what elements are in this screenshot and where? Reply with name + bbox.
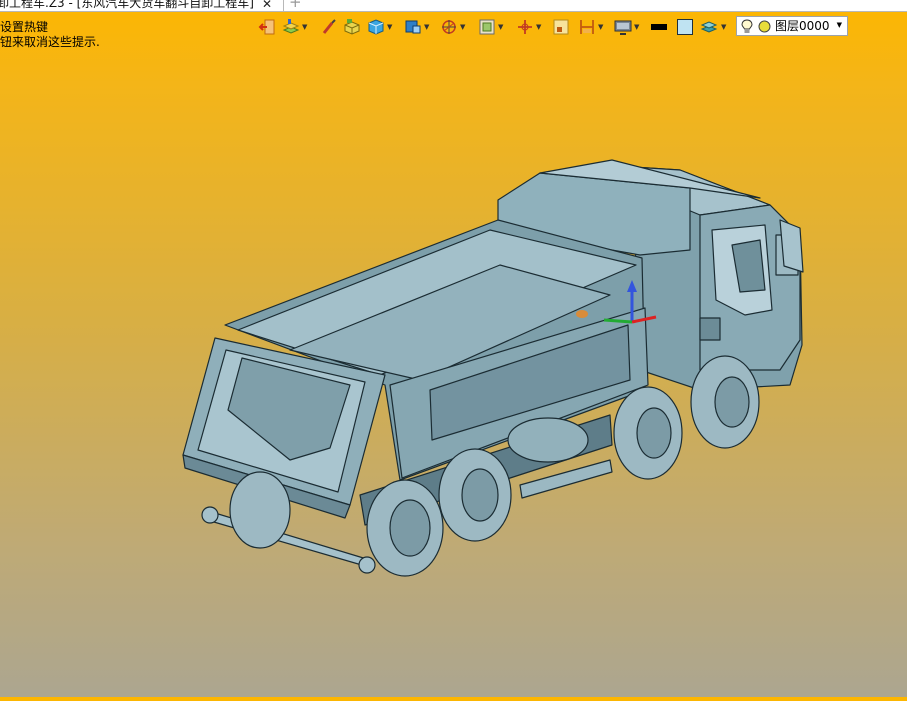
chevron-down-icon[interactable]: ▼	[460, 23, 465, 31]
exit-icon	[258, 19, 275, 35]
fit-view-icon	[553, 19, 569, 35]
chevron-down-icon[interactable]: ▼	[837, 21, 842, 29]
cube-shade-icon	[368, 19, 384, 35]
section-icon	[580, 20, 594, 34]
chevron-down-icon[interactable]: ▼	[598, 23, 603, 31]
fit-view-button[interactable]	[552, 18, 570, 36]
brush-button[interactable]	[320, 18, 338, 36]
lightbulb-icon	[741, 19, 753, 33]
tab-bar: 卸工程车.Z3 - [东风汽车大货车翻斗自卸工程车] ✕ +	[0, 0, 907, 12]
layers-button[interactable]: ▼	[700, 18, 728, 36]
line-color-icon	[651, 24, 667, 30]
chevron-down-icon[interactable]: ▼	[498, 23, 503, 31]
layers-icon	[700, 21, 718, 33]
monitor-icon	[614, 20, 632, 35]
fill-color-button[interactable]	[676, 18, 694, 36]
chevron-down-icon[interactable]: ▼	[536, 23, 541, 31]
line-color-button[interactable]	[650, 18, 668, 36]
circle-icon	[758, 20, 771, 33]
render-mode-button[interactable]: ▼	[478, 18, 504, 36]
layer-manager-button[interactable]: ▼	[282, 18, 308, 36]
target-icon	[442, 20, 456, 34]
close-icon[interactable]: ✕	[262, 0, 272, 11]
exit-button[interactable]	[258, 18, 276, 36]
axis-icon	[518, 20, 532, 34]
material-button[interactable]	[343, 18, 361, 36]
section-button[interactable]: ▼	[578, 18, 604, 36]
fill-color-icon	[677, 19, 693, 35]
chevron-down-icon[interactable]: ▼	[424, 23, 429, 31]
view-cube-icon	[405, 20, 421, 34]
layer-select-value: 图层0000	[775, 19, 830, 33]
view-cube-button[interactable]: ▼	[404, 18, 430, 36]
tab-title: 卸工程车.Z3 - [东风汽车大货车翻斗自卸工程车]	[0, 0, 254, 10]
monitor-button[interactable]: ▼	[614, 18, 640, 36]
target-button[interactable]: ▼	[440, 18, 466, 36]
layer-manager-icon	[282, 19, 300, 34]
truck-model[interactable]	[0, 40, 907, 697]
brush-icon	[322, 19, 336, 34]
chevron-down-icon[interactable]: ▼	[302, 23, 307, 31]
layer-select[interactable]: 图层0000 ▼	[736, 16, 848, 36]
document-tab[interactable]: 卸工程车.Z3 - [东风汽车大货车翻斗自卸工程车] ✕	[0, 0, 284, 11]
new-tab-button[interactable]: +	[289, 0, 302, 10]
view-toolbar: ▼ ▼ ▼ ▼ ▼ ▼ ▼ ▼ ▼ 图层0000 ▼	[252, 14, 852, 40]
material-icon	[344, 19, 360, 35]
chevron-down-icon[interactable]: ▼	[387, 23, 392, 31]
render-mode-icon	[479, 19, 495, 35]
axis-button[interactable]: ▼	[516, 18, 542, 36]
chevron-down-icon[interactable]: ▼	[634, 23, 639, 31]
chevron-down-icon[interactable]: ▼	[721, 23, 726, 31]
3d-viewport[interactable]	[0, 40, 907, 697]
hint-line-1: 设置热键	[0, 20, 49, 34]
cube-shade-button[interactable]: ▼	[367, 18, 393, 36]
